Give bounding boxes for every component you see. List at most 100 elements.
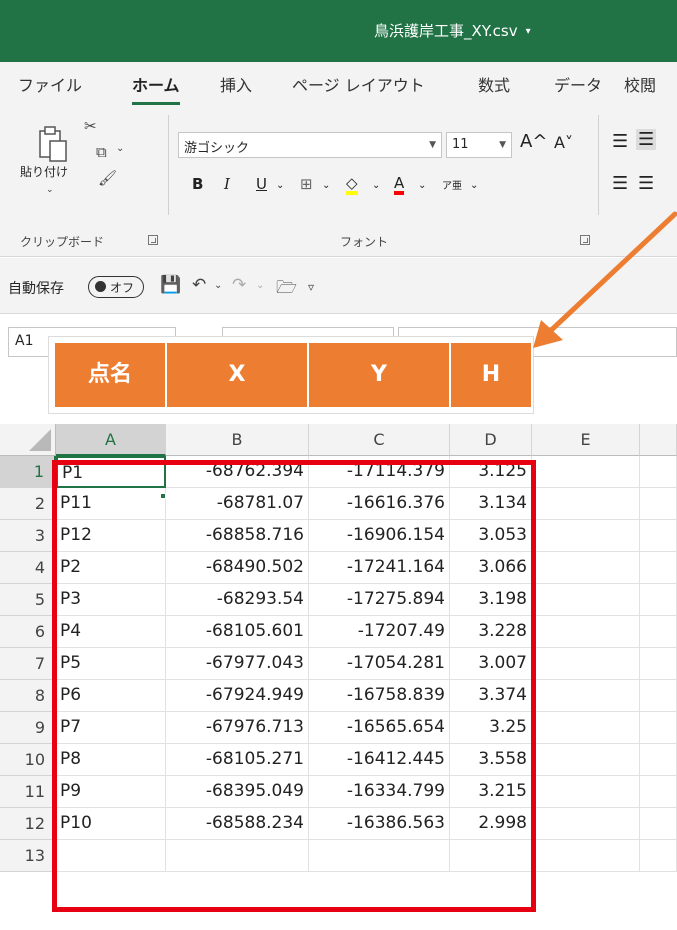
cell-y[interactable]: -17207.49	[309, 616, 450, 648]
cell-x[interactable]: -67976.713	[166, 712, 309, 744]
borders-icon[interactable]: ⊞	[300, 175, 313, 193]
row-header[interactable]: 5	[0, 584, 56, 616]
cell-point-name[interactable]: P4	[56, 616, 166, 648]
underline-dropdown-icon[interactable]: ⌄	[276, 180, 284, 191]
cell-h[interactable]: 3.228	[450, 616, 532, 648]
cell-h[interactable]: 3.215	[450, 776, 532, 808]
tab-home[interactable]: ホーム	[132, 72, 180, 105]
cell-point-name[interactable]: P12	[56, 520, 166, 552]
tab-formulas[interactable]: 数式	[478, 72, 510, 96]
grow-font-button[interactable]: A^	[520, 131, 547, 152]
cell-x[interactable]: -68588.234	[166, 808, 309, 840]
cell-h[interactable]: 3.25	[450, 712, 532, 744]
tab-page-layout[interactable]: ページ レイアウト	[292, 72, 425, 96]
cell-h[interactable]: 3.125	[450, 456, 532, 488]
cell-empty[interactable]	[640, 776, 677, 808]
cell-empty[interactable]	[532, 616, 640, 648]
cell-h[interactable]: 2.998	[450, 808, 532, 840]
cell-empty[interactable]	[532, 744, 640, 776]
row-header[interactable]: 12	[0, 808, 56, 840]
cell-empty[interactable]	[640, 744, 677, 776]
clipboard-launcher-icon[interactable]	[148, 235, 158, 245]
cell-empty[interactable]	[640, 648, 677, 680]
row-header[interactable]: 9	[0, 712, 56, 744]
cell-point-name[interactable]: P5	[56, 648, 166, 680]
cell-empty[interactable]	[640, 520, 677, 552]
align-top-icon[interactable]: ☰	[612, 131, 628, 152]
tab-insert[interactable]: 挿入	[220, 72, 252, 96]
cell-x[interactable]: -68490.502	[166, 552, 309, 584]
cell-empty[interactable]	[640, 488, 677, 520]
cell-y[interactable]: -16616.376	[309, 488, 450, 520]
cell-empty[interactable]	[640, 840, 677, 872]
column-header-c[interactable]: C	[309, 424, 450, 456]
row-header[interactable]: 3	[0, 520, 56, 552]
cell-y[interactable]: -17114.379	[309, 456, 450, 488]
cell-y[interactable]: -16906.154	[309, 520, 450, 552]
title-dropdown-icon[interactable]: ▾	[526, 26, 531, 37]
cell-x[interactable]: -68105.601	[166, 616, 309, 648]
cell-y[interactable]: -16565.654	[309, 712, 450, 744]
undo-icon[interactable]: ↶	[192, 275, 206, 295]
cell-h[interactable]: 3.198	[450, 584, 532, 616]
cell-y[interactable]: -16334.799	[309, 776, 450, 808]
cell-point-name[interactable]: P8	[56, 744, 166, 776]
cell-empty[interactable]	[532, 712, 640, 744]
cell-empty[interactable]	[532, 840, 640, 872]
cell-empty[interactable]	[532, 680, 640, 712]
align-center-icon[interactable]: ☰	[638, 173, 654, 194]
cell-y[interactable]: -17275.894	[309, 584, 450, 616]
cell-empty[interactable]	[640, 680, 677, 712]
cell-h[interactable]: 3.066	[450, 552, 532, 584]
cell-y[interactable]: -16758.839	[309, 680, 450, 712]
open-folder-icon[interactable]: 🗁	[276, 275, 297, 304]
format-painter-icon[interactable]: 🖌	[98, 169, 117, 187]
cell-empty[interactable]	[640, 616, 677, 648]
cell-h[interactable]: 3.558	[450, 744, 532, 776]
redo-icon[interactable]: ↷	[232, 275, 246, 295]
cell-point-name[interactable]: P11	[56, 488, 166, 520]
cell-empty[interactable]	[532, 520, 640, 552]
row-header[interactable]: 11	[0, 776, 56, 808]
column-header-d[interactable]: D	[450, 424, 532, 456]
row-header[interactable]: 10	[0, 744, 56, 776]
column-header-a[interactable]: A	[56, 424, 166, 456]
cell-empty[interactable]	[640, 584, 677, 616]
cell-point-name[interactable]: P6	[56, 680, 166, 712]
bold-button[interactable]: B	[192, 175, 203, 193]
cell-empty[interactable]	[640, 808, 677, 840]
row-header[interactable]: 4	[0, 552, 56, 584]
cell-point-name[interactable]: P1	[56, 456, 166, 488]
autosave-toggle[interactable]: オフ	[88, 276, 144, 298]
cell-x[interactable]: -68781.07	[166, 488, 309, 520]
row-header[interactable]: 13	[0, 840, 56, 872]
font-color-button[interactable]: A	[394, 175, 405, 195]
cell-empty[interactable]	[532, 648, 640, 680]
window-title[interactable]: 鳥浜護岸工事_XY.csv ▾	[374, 20, 531, 41]
tab-file[interactable]: ファイル	[18, 72, 82, 96]
cell-y[interactable]	[309, 840, 450, 872]
cell-empty[interactable]	[532, 776, 640, 808]
italic-button[interactable]: I	[224, 175, 230, 193]
row-header[interactable]: 7	[0, 648, 56, 680]
row-header[interactable]: 8	[0, 680, 56, 712]
cell-point-name[interactable]	[56, 840, 166, 872]
phonetic-dropdown-icon[interactable]: ⌄	[470, 180, 478, 191]
phonetic-guide-button[interactable]: ア亜	[442, 177, 462, 192]
cell-x[interactable]: -68105.271	[166, 744, 309, 776]
cell-empty[interactable]	[640, 712, 677, 744]
cell-x[interactable]: -67924.949	[166, 680, 309, 712]
column-header-e[interactable]: E	[532, 424, 640, 456]
cell-y[interactable]: -17054.281	[309, 648, 450, 680]
cell-y[interactable]: -16386.563	[309, 808, 450, 840]
shrink-font-button[interactable]: A˅	[554, 133, 573, 152]
cell-h[interactable]: 3.374	[450, 680, 532, 712]
undo-dropdown-icon[interactable]: ⌄	[214, 280, 222, 291]
cell-x[interactable]: -68762.394	[166, 456, 309, 488]
customize-qat-icon[interactable]: ▿	[308, 280, 314, 294]
cell-empty[interactable]	[532, 488, 640, 520]
copy-icon[interactable]: ⧉	[96, 143, 107, 161]
cell-y[interactable]: -17241.164	[309, 552, 450, 584]
row-header[interactable]: 6	[0, 616, 56, 648]
font-color-dropdown-icon[interactable]: ⌄	[418, 180, 426, 191]
